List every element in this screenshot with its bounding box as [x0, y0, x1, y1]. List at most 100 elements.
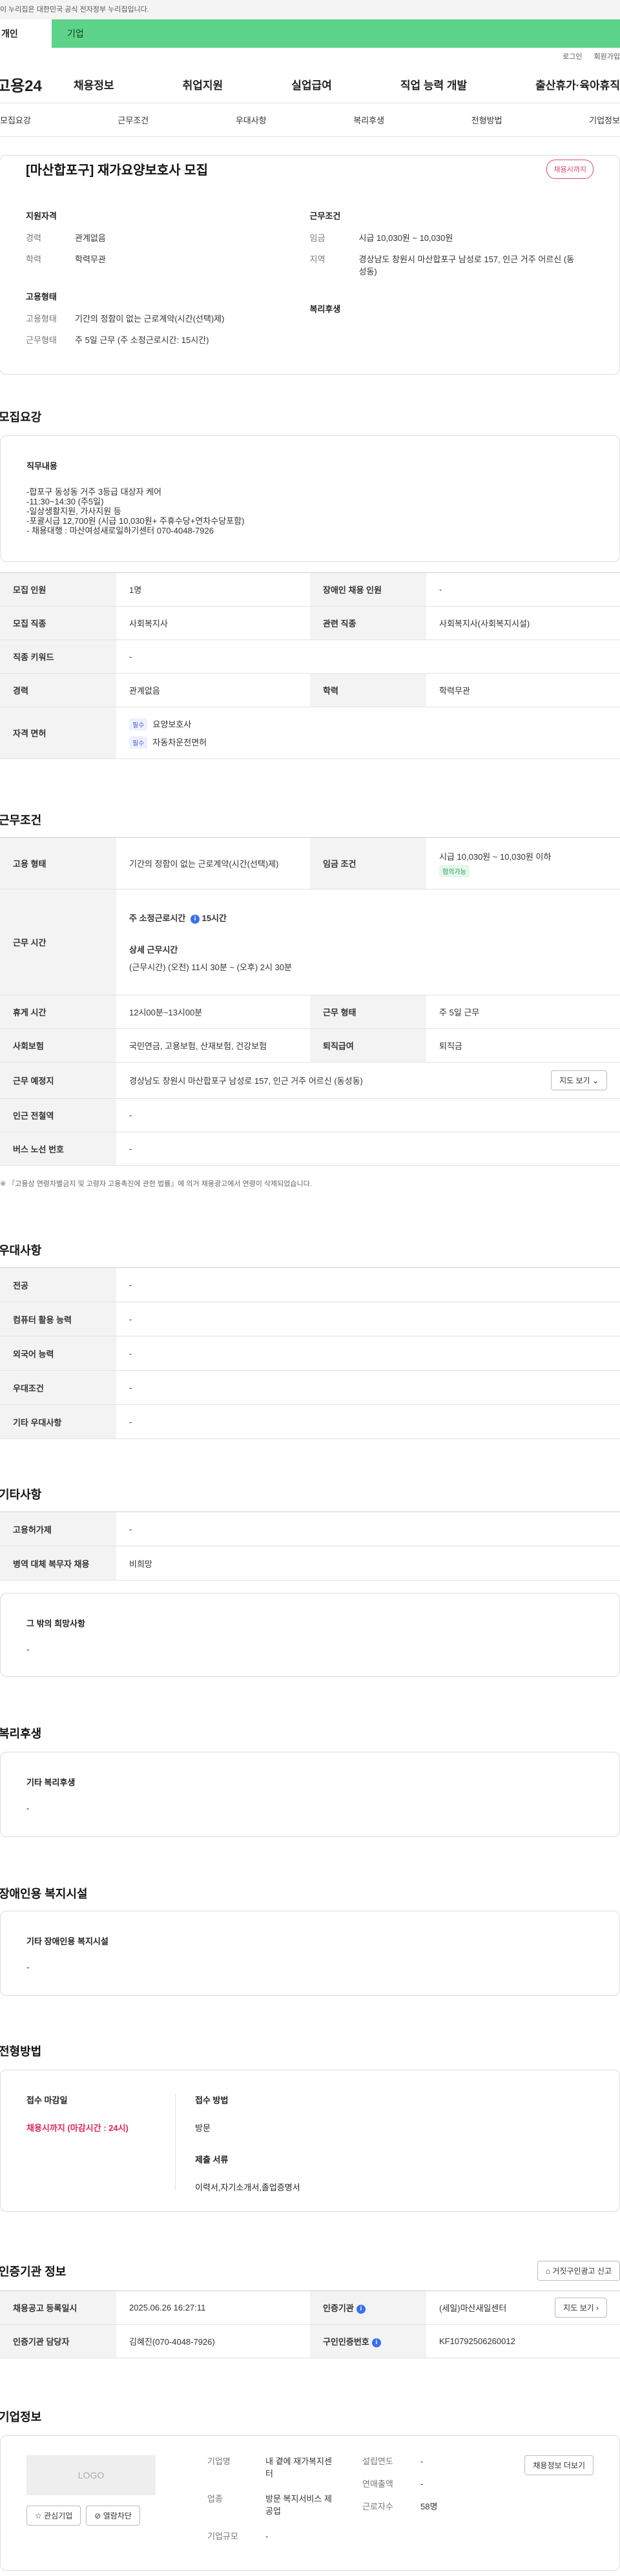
edu-value: 학력무관: [75, 254, 106, 264]
other-pref-value: -: [116, 1404, 620, 1439]
other-pref-label: 기타 우대사항: [0, 1404, 116, 1439]
career-value-2: 관계없음: [116, 673, 310, 707]
table-row: 고용 형태 기간의 정함이 없는 근로계약(시간(선택)제) 임금 조건 시급 …: [0, 837, 620, 889]
preferences-table: 전공 - 컴퓨터 활용 능력 - 외국어 능력 - 우대조건 - 기타 우대사항 -: [0, 1267, 620, 1439]
worktype-value: 주 5일 근무 (주 소정근로시간: 15시간): [75, 335, 209, 345]
table-row: 채용공고 등록일시 2025.06.26 16:27:11 인증기관 i (세일)…: [0, 2290, 620, 2325]
detail-hours-value: (근무시간) (오전) 11시 30분 ~ (오후) 2시 30분: [129, 962, 293, 972]
emptype-label-2: 고용 형태: [0, 837, 116, 889]
region-label: 지역: [309, 254, 326, 264]
site-logo[interactable]: 고용24: [0, 73, 74, 96]
table-row: 모집 인원 1명 장애인 채용 인원 -: [0, 572, 620, 607]
age-note: ※ 『고용상 연령차별금지 및 고령자 고용촉진에 관한 법률』에 의거 채용광…: [0, 1180, 312, 1188]
org-value: (세일)마산새일센터: [439, 2303, 507, 2313]
anchor-welfare[interactable]: 복리후생: [353, 114, 384, 126]
anchor-recruit[interactable]: 모집요강: [0, 114, 31, 126]
disabled-value: -: [426, 572, 620, 607]
info-icon[interactable]: i: [356, 2304, 366, 2314]
disability-box-heading: 기타 장애인용 복지시설: [26, 1937, 108, 1946]
break-label: 휴게 시간: [0, 995, 116, 1029]
tab-corp[interactable]: 기업: [52, 19, 620, 48]
selection-box: 접수 마감일 채용시까지 (마감시간 : 24시) 접수 방법 방문 제출 서류…: [0, 2070, 620, 2212]
table-row: 인근 전철역 -: [0, 1098, 620, 1132]
manager-value: 김혜진(070-4048-7926): [116, 2324, 310, 2358]
edu-value-2: 학력무관: [426, 673, 620, 707]
language-value: -: [116, 1336, 620, 1371]
emptype-label: 고용형태: [26, 314, 57, 324]
break-value: 12시00분~13시00분: [116, 995, 310, 1029]
nav-skills[interactable]: 직업 능력 개발: [400, 76, 467, 92]
emptype-value-2: 기간의 정함이 없는 근로계약(시간(선택)제): [116, 837, 310, 889]
wage-value-2: 시급 10,030원 ~ 10,030원 이하: [439, 851, 552, 862]
preference-value: -: [116, 1370, 620, 1405]
industry-label: 업종: [207, 2494, 223, 2504]
required-tag: 필수: [129, 736, 148, 749]
signup-link[interactable]: 회원가입: [594, 48, 620, 66]
wage-label-2: 임금 조건: [310, 837, 426, 889]
util-links: 로그인 회원가입: [0, 48, 620, 66]
deadline-value: 채용시까지 (마감시간 : 24시): [26, 2123, 129, 2133]
anchor-company[interactable]: 기업정보: [589, 114, 620, 126]
required-tag: 필수: [129, 718, 148, 731]
docs-value: 이력서,자기소개서,졸업증명서: [195, 2183, 300, 2192]
nav-leave[interactable]: 출산휴가·육아휴직: [535, 76, 620, 92]
major-value: -: [116, 1267, 620, 1302]
other-wishes-heading: 그 밖의 희망사항: [26, 1619, 85, 1628]
home-icon: ⌂: [545, 2267, 550, 2276]
welfare-heading: 복리후생: [309, 304, 341, 314]
language-label: 외국어 능력: [0, 1336, 116, 1371]
anchor-nav: 모집요강 근무조건 우대사항 복리후생 전형방법 기업정보: [0, 103, 620, 137]
keyword-label: 직종 키워드: [0, 639, 116, 674]
weekly-hours-value: 15시간: [202, 913, 227, 923]
related-value: 사회복지사(사회복지시설): [426, 606, 620, 640]
count-value: 1명: [116, 572, 310, 607]
login-link[interactable]: 로그인: [563, 48, 582, 66]
nav-employment-support[interactable]: 취업지원: [183, 76, 223, 92]
duty-box: 직무내용 -합포구 동성동 거주 3등급 대상자 케어 -11:30~14:30…: [0, 435, 620, 562]
docs-heading: 제출 서류: [195, 2155, 229, 2165]
other-wishes-value: -: [26, 1645, 30, 1654]
nav-unemployment-benefit[interactable]: 실업급여: [291, 76, 332, 92]
conditions-section-title: 근무조건: [0, 814, 42, 827]
company-name-value: 내 곁에 재가복지센터: [265, 2457, 332, 2478]
info-icon[interactable]: i: [190, 914, 200, 924]
table-row: 근무 시간 주 소정근로시간 i 15시간 상세 근무시간 (근무시간) (오전…: [0, 889, 620, 995]
table-row: 휴게 시간 12시00분~13시00분 근무 형태 주 5일 근무: [0, 995, 620, 1029]
bus-label: 버스 노선 번호: [0, 1132, 116, 1166]
military-label: 병역 대체 복무자 채용: [0, 1546, 116, 1581]
org-map-button[interactable]: 지도 보기 ›: [555, 2298, 607, 2318]
anchor-selection[interactable]: 전형방법: [471, 114, 502, 126]
map-button[interactable]: 지도 보기 ⌄: [551, 1070, 607, 1090]
career-label-2: 경력: [0, 673, 116, 707]
block-button[interactable]: ⊘ 열람차단: [86, 2506, 140, 2526]
place-value: 경상남도 창원시 마산합포구 남성로 157, 인근 거주 어르신 (동성동): [129, 1076, 363, 1086]
company-logo: LOGO: [26, 2455, 156, 2495]
anchor-preferences[interactable]: 우대사항: [236, 114, 267, 126]
status-badge: 채용시까지: [546, 160, 594, 179]
favorite-button[interactable]: ☆ 관심기업: [26, 2506, 81, 2526]
table-row: 외국어 능력 -: [0, 1336, 620, 1371]
map-button-label: 지도 보기: [559, 1076, 590, 1085]
company-section-title: 기업정보: [0, 2411, 42, 2424]
size-label: 기업규모: [207, 2531, 238, 2541]
org-label: 인증기관: [323, 2303, 354, 2313]
table-row: 고용허가제 -: [0, 1511, 620, 1546]
welfare-box-heading: 기타 복리후생: [26, 1778, 76, 1787]
report-button-label: 거짓구인광고 신고: [552, 2267, 612, 2276]
job-title: [마산합포구] 재가요양보호사 모집: [26, 163, 209, 178]
revenue-label: 연매출액: [362, 2479, 393, 2489]
place-label: 근무 예정지: [0, 1062, 116, 1099]
anchor-conditions[interactable]: 근무조건: [118, 114, 149, 126]
subway-value: -: [116, 1098, 620, 1132]
more-jobs-button[interactable]: 채용정보 더보기: [524, 2455, 594, 2475]
tab-person[interactable]: 개인: [0, 19, 52, 48]
staff-value: 58명: [420, 2502, 438, 2511]
table-row: 우대조건 -: [0, 1370, 620, 1405]
info-icon[interactable]: i: [371, 2338, 381, 2347]
conditions-table: 고용 형태 기간의 정함이 없는 근로계약(시간(선택)제) 임금 조건 시급 …: [0, 837, 620, 1166]
block-icon: ⊘: [94, 2511, 101, 2520]
license-1: 요양보호사: [152, 719, 192, 729]
nav-jobs[interactable]: 채용정보: [74, 76, 114, 92]
report-button[interactable]: ⌂ 거짓구인광고 신고: [537, 2261, 620, 2281]
table-row: 컴퓨터 활용 능력 -: [0, 1302, 620, 1336]
